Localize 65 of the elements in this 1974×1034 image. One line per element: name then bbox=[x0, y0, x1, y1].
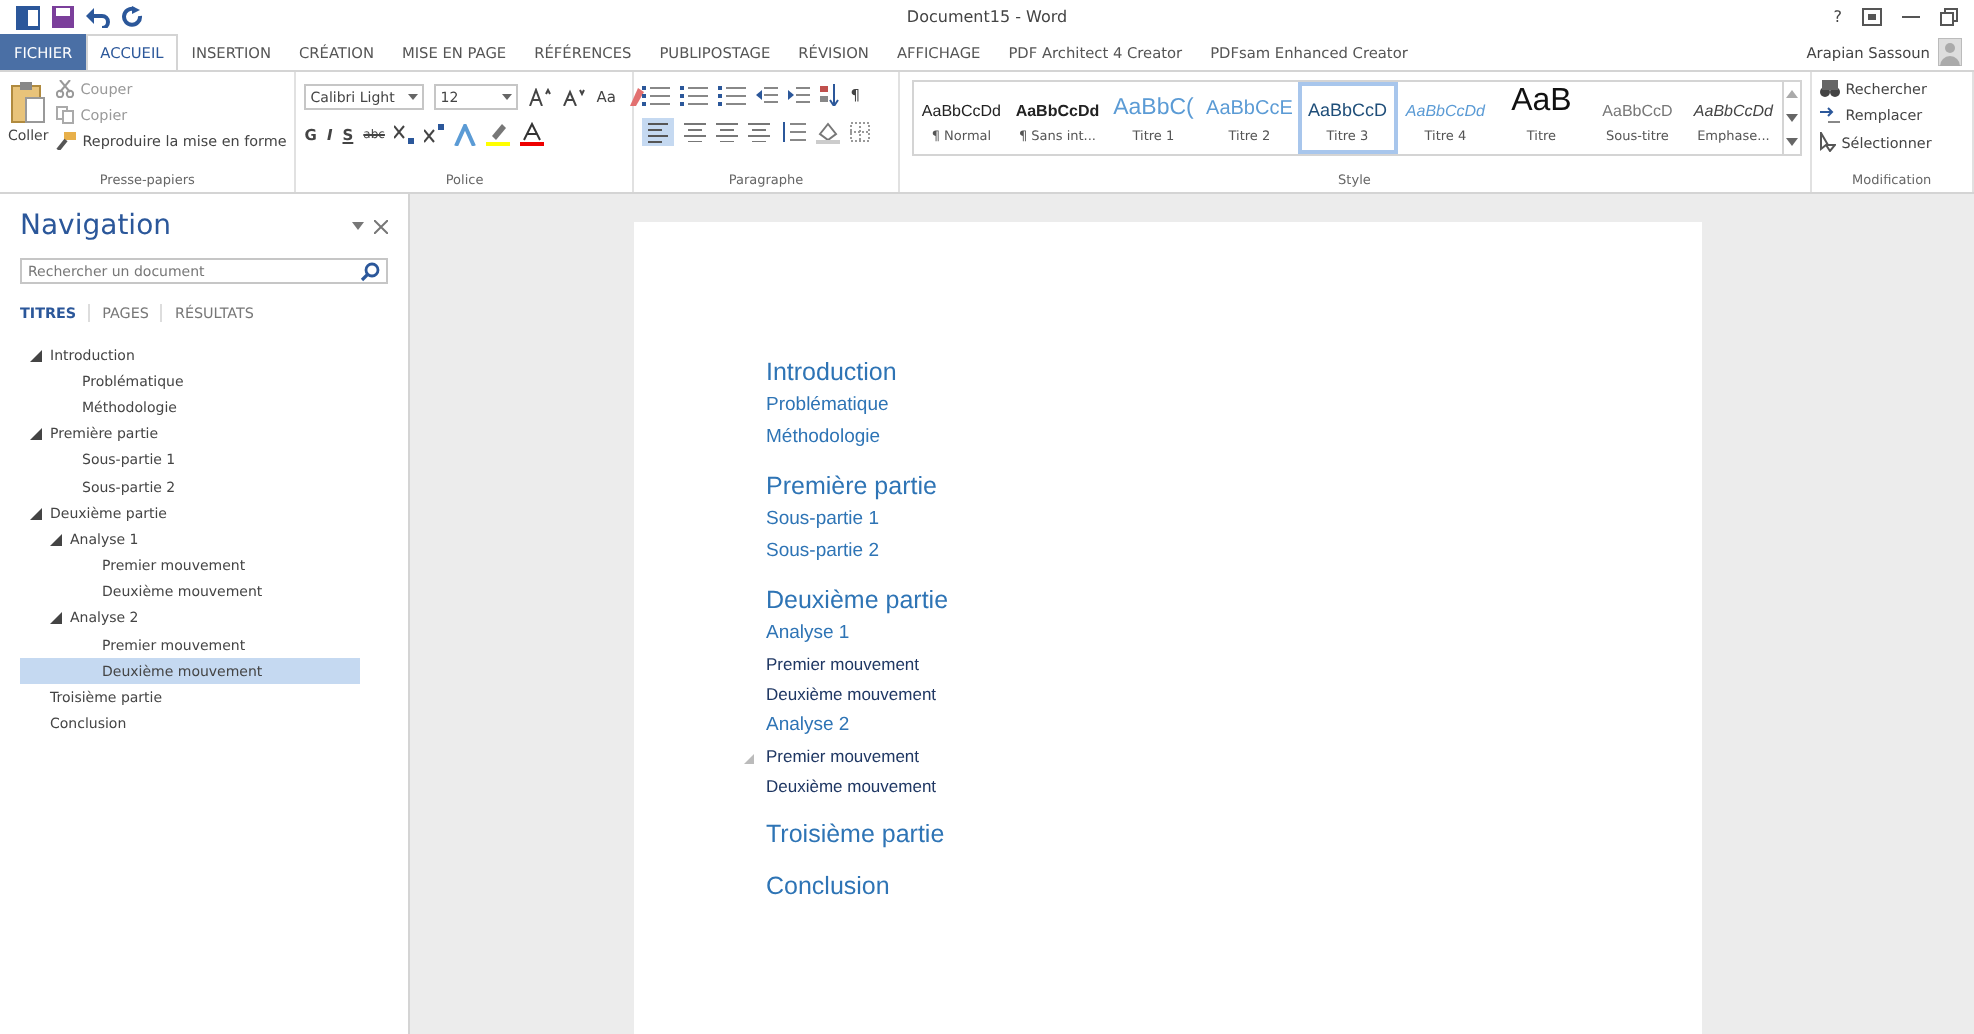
save-icon[interactable] bbox=[52, 6, 74, 28]
document-heading: Deuxième mouvement bbox=[766, 776, 937, 796]
copy-icon bbox=[56, 106, 75, 124]
shrink-font-icon[interactable] bbox=[562, 88, 587, 106]
pane-title: Navigation bbox=[20, 210, 172, 242]
document-heading: Premier mouvement bbox=[766, 746, 920, 766]
more-styles-icon[interactable] bbox=[1785, 138, 1798, 146]
help-button[interactable]: ? bbox=[1833, 8, 1842, 26]
subscript-icon[interactable] bbox=[394, 124, 415, 144]
document-heading: Première partie bbox=[766, 472, 937, 500]
document-heading: Méthodologie bbox=[766, 426, 881, 448]
replace-icon bbox=[1819, 106, 1840, 124]
list-icon[interactable] bbox=[642, 85, 671, 105]
search-icon bbox=[360, 262, 380, 282]
increase-indent-icon[interactable] bbox=[788, 86, 811, 104]
text-effects-icon[interactable] bbox=[454, 123, 477, 145]
close-icon[interactable] bbox=[374, 219, 388, 233]
redo-icon[interactable] bbox=[122, 6, 144, 28]
scroll-down-icon[interactable] bbox=[1785, 114, 1798, 122]
binoculars-icon bbox=[1819, 80, 1840, 98]
caret-icon bbox=[408, 94, 419, 100]
superscript-icon[interactable] bbox=[424, 124, 445, 144]
align-icon[interactable] bbox=[716, 122, 739, 142]
pane-options-icon[interactable] bbox=[352, 222, 364, 230]
document-heading: Conclusion bbox=[766, 872, 890, 900]
word-icon[interactable] bbox=[16, 5, 40, 29]
expand-triangle-icon[interactable] bbox=[30, 507, 42, 520]
expand-triangle-icon[interactable] bbox=[50, 612, 62, 625]
expand-triangle-icon[interactable] bbox=[30, 428, 42, 441]
undo-icon[interactable] bbox=[86, 7, 110, 27]
ribbon-display-icon[interactable] bbox=[1862, 8, 1882, 26]
font-color-icon[interactable] bbox=[520, 122, 545, 146]
document-heading: Problématique bbox=[766, 394, 889, 416]
scissors-icon bbox=[56, 80, 75, 98]
document-heading: Introduction bbox=[766, 358, 897, 386]
minimize-icon[interactable] bbox=[1902, 15, 1920, 19]
clipboard-icon bbox=[10, 80, 47, 124]
cursor-icon bbox=[1819, 132, 1836, 152]
list-icon[interactable] bbox=[718, 85, 747, 105]
document-heading: Deuxième partie bbox=[766, 586, 949, 614]
align-icon[interactable] bbox=[748, 122, 771, 142]
borders-icon[interactable] bbox=[850, 122, 871, 142]
document-heading: Sous-partie 1 bbox=[766, 508, 880, 530]
document-heading: Deuxième mouvement bbox=[766, 684, 937, 704]
clear-formatting-icon[interactable] bbox=[626, 86, 649, 108]
restore-icon[interactable] bbox=[1940, 8, 1958, 26]
shading-icon[interactable] bbox=[816, 121, 841, 143]
window-title: Document15 - Word bbox=[906, 8, 1068, 26]
align-icon[interactable] bbox=[684, 122, 707, 142]
grow-font-icon[interactable] bbox=[528, 88, 553, 106]
document-heading: Analyse 2 bbox=[766, 714, 850, 736]
expand-triangle-icon[interactable] bbox=[50, 533, 62, 546]
caret-icon bbox=[502, 94, 513, 100]
align-left-icon[interactable] bbox=[642, 118, 675, 146]
expand-triangle-icon[interactable] bbox=[30, 349, 42, 362]
document-heading: Analyse 1 bbox=[766, 622, 850, 644]
document-heading: Troisième partie bbox=[766, 820, 945, 848]
line-spacing-icon[interactable] bbox=[780, 122, 807, 142]
document-heading: Premier mouvement bbox=[766, 654, 920, 674]
decrease-indent-icon[interactable] bbox=[756, 86, 779, 104]
list-icon[interactable] bbox=[680, 85, 709, 105]
document-heading: Sous-partie 2 bbox=[766, 540, 880, 562]
sort-icon[interactable] bbox=[820, 84, 841, 106]
brush-icon bbox=[56, 132, 77, 150]
highlighter-icon[interactable] bbox=[486, 122, 511, 146]
